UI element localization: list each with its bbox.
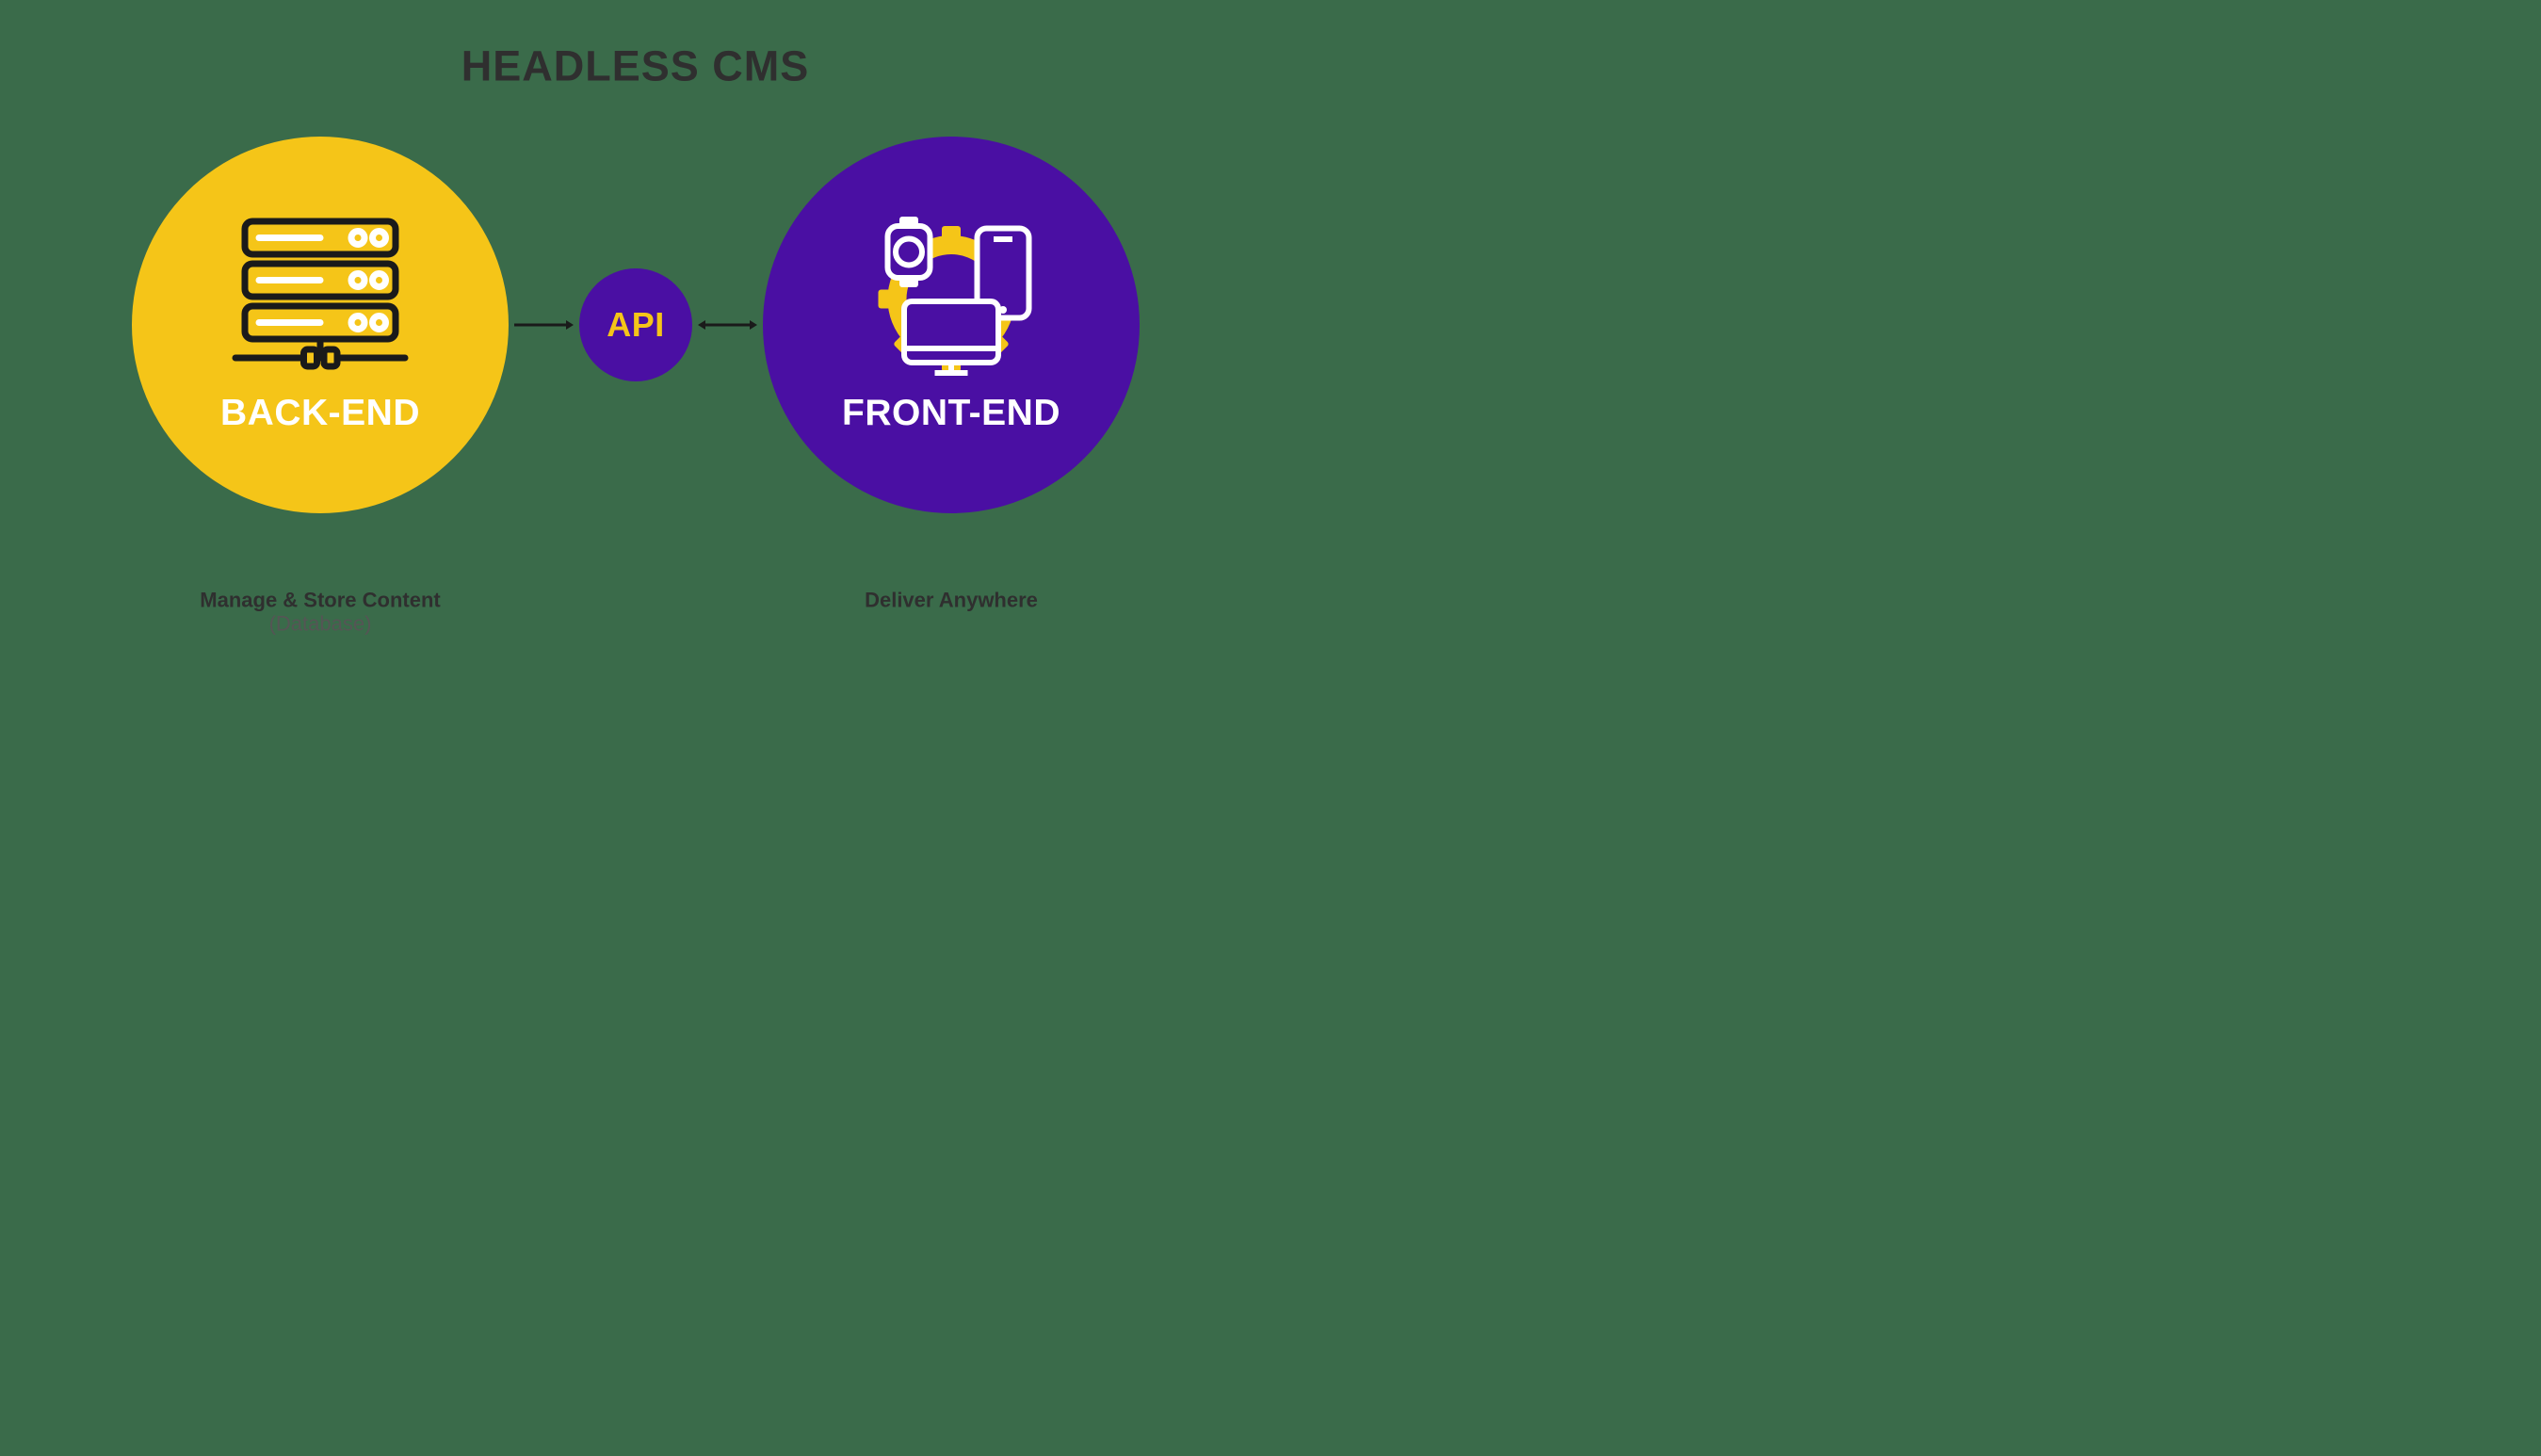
api-circle: API <box>579 268 692 381</box>
devices-gear-icon <box>852 217 1050 377</box>
arrow-api-to-frontend-icon <box>697 319 758 331</box>
backend-circle: BACK-END <box>132 137 509 513</box>
frontend-circle: FRONT-END <box>763 137 1140 513</box>
frontend-label: FRONT-END <box>842 391 1060 434</box>
diagram-stage: HEADLESS CMS <box>0 0 1270 728</box>
frontend-caption: Deliver Anywhere <box>763 589 1140 612</box>
diagram-title: HEADLESS CMS <box>0 42 1270 91</box>
arrow-backend-to-api-icon <box>513 319 575 331</box>
server-stack-icon <box>221 217 419 377</box>
frontend-caption-line1: Deliver Anywhere <box>763 589 1140 612</box>
backend-caption: Manage & Store Content (Database) <box>132 589 509 636</box>
backend-caption-line1: Manage & Store Content <box>132 589 509 612</box>
api-label: API <box>607 306 665 345</box>
backend-label: BACK-END <box>220 391 420 434</box>
backend-caption-line2: (Database) <box>132 612 509 636</box>
